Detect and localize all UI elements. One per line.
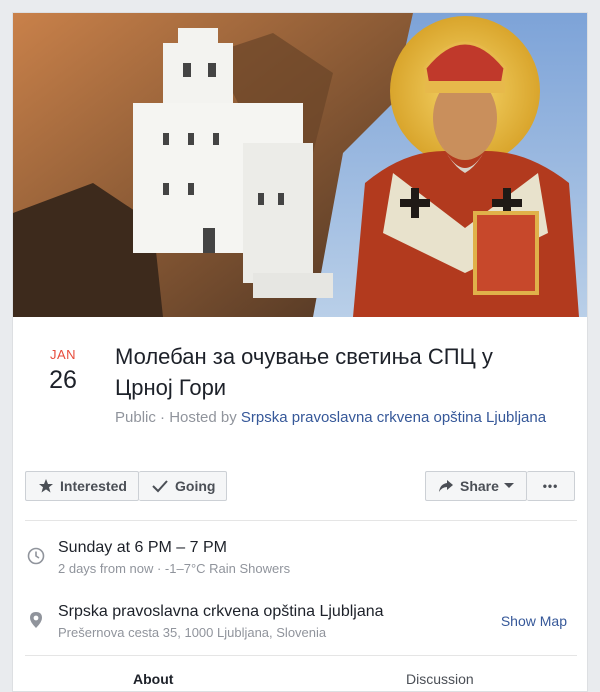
share-label: Share [460,478,499,494]
event-time-sub: 2 days from now · -1–7°C Rain Showers [58,561,291,576]
star-icon [39,479,53,493]
clock-icon [27,547,45,565]
event-cover-photo[interactable] [13,13,587,317]
caret-down-icon [503,483,514,488]
divider [25,655,577,656]
event-month: JAN [49,347,77,362]
show-map-link[interactable]: Show Map [501,613,567,629]
event-host-link[interactable]: Srpska pravoslavna crkvena opština Ljubl… [241,409,546,426]
event-address: Prešernova cesta 35, 1000 Ljubljana, Slo… [58,625,327,640]
tab-discussion[interactable]: Discussion [406,671,474,687]
more-options-label: ••• [542,479,559,493]
more-options-button[interactable]: ••• [527,471,575,501]
event-title: Молебан за очување светиња СПЦ у Црној Г… [115,344,493,400]
event-meta: Public · Hosted by Srpska pravoslavna cr… [115,407,555,428]
cover-image [13,13,587,317]
tab-about[interactable]: About [133,671,173,687]
share-arrow-icon [439,480,453,492]
going-button[interactable]: Going [139,471,227,501]
event-date: JAN 26 [37,347,89,395]
divider [25,520,577,521]
interested-label: Interested [60,478,127,494]
checkmark-icon [152,480,168,493]
event-privacy: Public [115,409,156,426]
event-location[interactable]: Srpska pravoslavna crkvena opština Ljubl… [58,603,384,621]
event-day: 26 [49,366,77,394]
map-pin-icon [30,612,42,628]
share-button[interactable]: Share [425,471,527,501]
hosted-by-label: · Hosted by [155,409,241,426]
interested-button[interactable]: Interested [25,471,139,501]
event-card: JAN 26 Молебан за очување светиња СПЦ у … [12,12,588,692]
going-label: Going [175,478,216,494]
event-time[interactable]: Sunday at 6 PM – 7 PM [58,539,227,557]
